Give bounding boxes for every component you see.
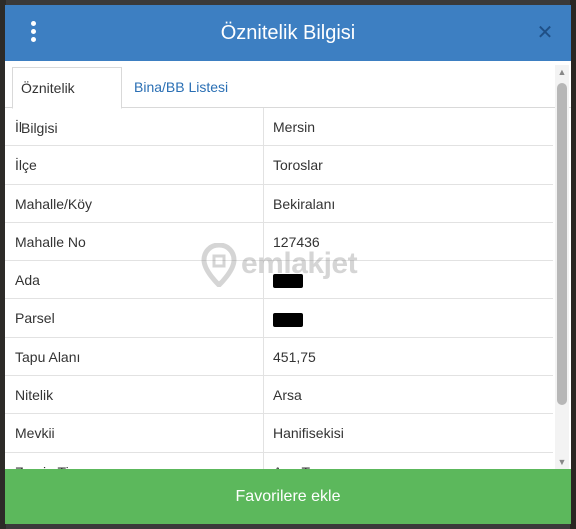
tab-attribute-info[interactable]: Öznitelik Bilgisi — [12, 67, 122, 136]
watermark: emlakjet — [201, 241, 381, 291]
tab-bar: Öznitelik Bilgisi Bina/BB Listesi — [5, 61, 571, 136]
attribute-value: Bekiralanı — [273, 195, 336, 212]
table-row: İlçe Toroslar — [5, 146, 553, 185]
attribute-value: 451,75 — [273, 348, 316, 365]
attribute-value: Mersin — [273, 119, 316, 135]
dialog-header: Öznitelik Bilgisi ✕ — [5, 5, 571, 61]
attribute-dialog: Öznitelik Bilgisi ✕ Öznitelik Bilgisi Bi… — [5, 5, 571, 524]
table-row: Nitelik Arsa — [5, 376, 553, 415]
scrollbar[interactable]: ▲ ▼ — [555, 65, 569, 469]
attribute-key: Tapu Alanı — [5, 337, 264, 376]
table-row: Zemin Tip Ana Taşınmaz — [5, 452, 553, 469]
attribute-key: Mahalle/Köy — [5, 184, 264, 222]
attribute-key: İl — [5, 108, 264, 146]
close-icon[interactable]: ✕ — [533, 21, 557, 45]
attribute-value — [264, 299, 553, 336]
attribute-key: Mevkii — [5, 414, 264, 452]
tab-building-list[interactable]: Bina/BB Listesi — [126, 67, 236, 109]
location-pin-icon — [201, 243, 237, 287]
attribute-value: Ana Taşınmaz — [264, 453, 553, 469]
add-to-favorites-button[interactable]: Favorilere ekle — [5, 469, 571, 524]
attribute-value: Arsa — [273, 387, 302, 404]
attribute-value: Hanifisekisi — [273, 425, 344, 442]
scroll-up-arrow-icon[interactable]: ▲ — [555, 65, 569, 79]
table-row: İl Mersin — [5, 108, 553, 147]
table-row: Parsel — [5, 299, 553, 338]
scroll-thumb[interactable] — [557, 83, 567, 405]
attribute-key: Zemin Tip — [5, 452, 264, 469]
table-row: Mevkii Hanifisekisi — [5, 414, 553, 453]
attribute-key: İlçe — [5, 146, 264, 184]
watermark-text: emlakjet — [241, 247, 358, 280]
attribute-key: Nitelik — [5, 376, 264, 414]
table-row: Tapu Alanı 451,75 — [5, 337, 553, 377]
attribute-key: Parsel — [5, 299, 264, 337]
attribute-value: Toroslar — [273, 157, 323, 174]
dialog-title: Öznitelik Bilgisi — [220, 22, 356, 44]
redacted-block — [273, 312, 303, 327]
table-row: Mahalle/Köy Bekiralanı — [5, 184, 553, 223]
scroll-down-arrow-icon[interactable]: ▼ — [555, 455, 569, 469]
